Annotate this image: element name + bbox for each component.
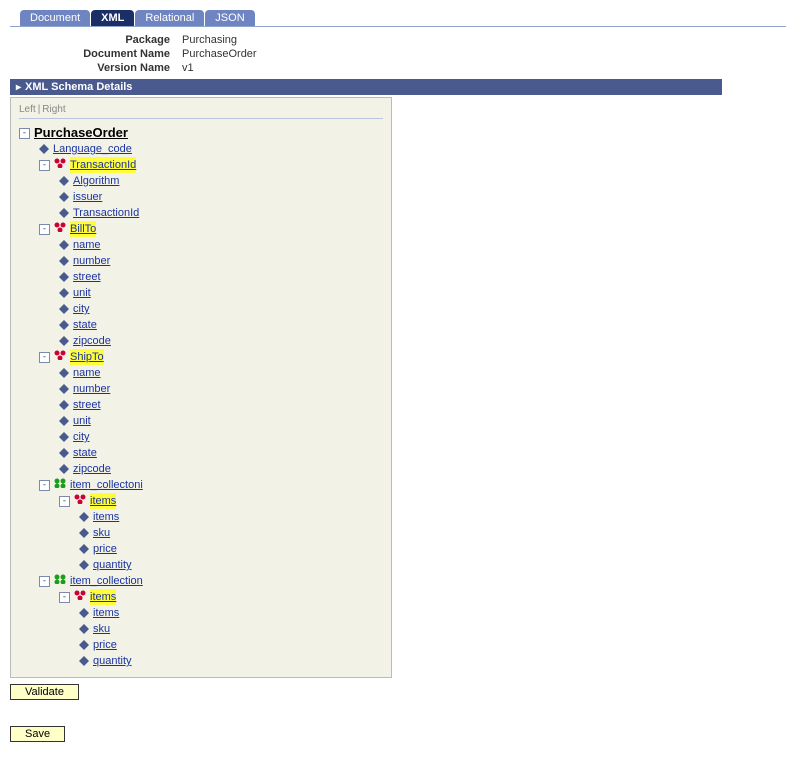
- node-number[interactable]: number: [73, 253, 110, 269]
- attr-icon: [79, 560, 89, 570]
- compound-red-icon: [54, 221, 66, 237]
- schema-tree-panel: Left|Right - PurchaseOrder Language_code…: [10, 97, 392, 678]
- attr-icon: [59, 400, 69, 410]
- collapse-icon[interactable]: -: [59, 496, 70, 507]
- meta-label-package: Package: [40, 34, 182, 46]
- attr-icon: [59, 432, 69, 442]
- meta-val-package: Purchasing: [182, 34, 237, 46]
- node-item-collectoni[interactable]: item_collectoni: [70, 477, 143, 493]
- meta-block: Package Purchasing Document Name Purchas…: [40, 33, 786, 75]
- attr-icon: [59, 384, 69, 394]
- node-street[interactable]: street: [73, 397, 101, 413]
- attr-icon: [79, 640, 89, 650]
- attr-icon: [59, 320, 69, 330]
- left-link[interactable]: Left: [19, 104, 36, 115]
- node-name[interactable]: name: [73, 365, 101, 381]
- node-transactionid-child[interactable]: TransactionId: [73, 205, 139, 221]
- node-issuer[interactable]: issuer: [73, 189, 102, 205]
- meta-val-docname: PurchaseOrder: [182, 48, 257, 60]
- node-state[interactable]: state: [73, 317, 97, 333]
- node-zipcode[interactable]: zipcode: [73, 333, 111, 349]
- attr-icon: [59, 416, 69, 426]
- collapse-icon[interactable]: -: [39, 352, 50, 363]
- node-algorithm[interactable]: Algorithm: [73, 173, 119, 189]
- node-items-child[interactable]: items: [93, 605, 119, 621]
- node-items-child[interactable]: items: [93, 509, 119, 525]
- node-state[interactable]: state: [73, 445, 97, 461]
- right-link[interactable]: Right: [42, 104, 65, 115]
- attr-icon: [59, 176, 69, 186]
- attr-icon: [79, 656, 89, 666]
- attr-icon: [39, 144, 49, 154]
- section-header[interactable]: XML Schema Details: [10, 79, 722, 95]
- attr-icon: [59, 192, 69, 202]
- node-price[interactable]: price: [93, 541, 117, 557]
- node-zipcode[interactable]: zipcode: [73, 461, 111, 477]
- node-quantity[interactable]: quantity: [93, 557, 132, 573]
- compound-red-icon: [74, 589, 86, 605]
- attr-icon: [59, 368, 69, 378]
- node-billto[interactable]: BillTo: [70, 221, 96, 237]
- compound-red-icon: [54, 349, 66, 365]
- collapse-icon[interactable]: -: [39, 576, 50, 587]
- attr-icon: [79, 512, 89, 522]
- attr-icon: [79, 544, 89, 554]
- attr-icon: [59, 448, 69, 458]
- compound-red-icon: [74, 493, 86, 509]
- node-city[interactable]: city: [73, 301, 90, 317]
- node-city[interactable]: city: [73, 429, 90, 445]
- tab-relational[interactable]: Relational: [135, 10, 204, 26]
- node-items[interactable]: items: [90, 493, 116, 509]
- node-root[interactable]: PurchaseOrder: [34, 125, 128, 141]
- compound-green-icon: [54, 573, 66, 589]
- node-quantity[interactable]: quantity: [93, 653, 132, 669]
- collapse-icon[interactable]: -: [19, 128, 30, 139]
- attr-icon: [79, 608, 89, 618]
- attr-icon: [59, 240, 69, 250]
- node-sku[interactable]: sku: [93, 621, 110, 637]
- attr-icon: [59, 256, 69, 266]
- validate-button[interactable]: Validate: [10, 684, 79, 700]
- node-item-collection[interactable]: item_collection: [70, 573, 143, 589]
- node-sku[interactable]: sku: [93, 525, 110, 541]
- compound-red-icon: [54, 157, 66, 173]
- node-language-code[interactable]: Language_code: [53, 141, 132, 157]
- node-items[interactable]: items: [90, 589, 116, 605]
- node-number[interactable]: number: [73, 381, 110, 397]
- attr-icon: [59, 336, 69, 346]
- tab-xml[interactable]: XML: [91, 10, 134, 26]
- collapse-icon[interactable]: -: [39, 160, 50, 171]
- attr-icon: [59, 272, 69, 282]
- tree: - PurchaseOrder Language_code - Transact…: [19, 125, 383, 669]
- tab-document[interactable]: Document: [20, 10, 90, 26]
- tab-json[interactable]: JSON: [205, 10, 254, 26]
- attr-icon: [79, 528, 89, 538]
- collapse-icon[interactable]: -: [39, 224, 50, 235]
- node-unit[interactable]: unit: [73, 413, 91, 429]
- collapse-icon[interactable]: -: [39, 480, 50, 491]
- save-button[interactable]: Save: [10, 726, 65, 742]
- attr-icon: [59, 464, 69, 474]
- meta-label-docname: Document Name: [40, 48, 182, 60]
- attr-icon: [59, 208, 69, 218]
- attr-icon: [79, 624, 89, 634]
- node-transactionid[interactable]: TransactionId: [70, 157, 136, 173]
- attr-icon: [59, 288, 69, 298]
- meta-label-version: Version Name: [40, 62, 182, 74]
- node-name[interactable]: name: [73, 237, 101, 253]
- collapse-icon[interactable]: -: [59, 592, 70, 603]
- node-street[interactable]: street: [73, 269, 101, 285]
- compound-green-icon: [54, 477, 66, 493]
- node-unit[interactable]: unit: [73, 285, 91, 301]
- meta-val-version: v1: [182, 62, 194, 74]
- attr-icon: [59, 304, 69, 314]
- tabs-bar: Document XML Relational JSON: [10, 10, 786, 27]
- node-shipto[interactable]: ShipTo: [70, 349, 104, 365]
- node-price[interactable]: price: [93, 637, 117, 653]
